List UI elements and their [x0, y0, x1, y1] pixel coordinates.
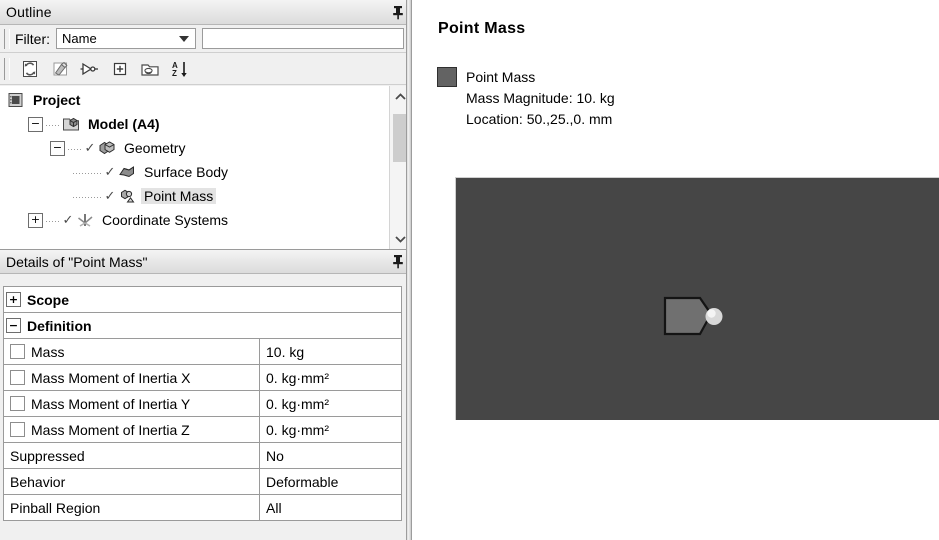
coordinate-systems-icon	[75, 211, 95, 229]
tree-item-surface-body[interactable]: ✓ Surface Body	[0, 160, 388, 184]
tree-item-label: Coordinate Systems	[102, 212, 229, 228]
details-panel-title: Details of "Point Mass"	[6, 253, 148, 270]
tree-connector	[72, 166, 103, 178]
outline-tree: Project − Model (A4) − ✓ Geometry ✓ Surface Bod…	[0, 86, 388, 232]
details-property-label: Mass Moment of Inertia X	[31, 369, 191, 386]
tree-connector	[45, 214, 61, 226]
tree-item-label: Project	[33, 92, 81, 108]
tree-connector	[45, 118, 61, 130]
legend: Point Mass Mass Magnitude: 10. kg Locati…	[437, 67, 615, 130]
details-category-row[interactable]: − Definition	[4, 313, 401, 339]
tree-collapse-toggle[interactable]: −	[50, 140, 65, 156]
details-property-value[interactable]: 0. kg·mm²	[260, 417, 401, 442]
point-mass-icon	[117, 187, 137, 205]
details-row-checkbox[interactable]	[10, 422, 25, 437]
details-property-value[interactable]: 10. kg	[260, 339, 401, 364]
details-property-value[interactable]: All	[260, 495, 401, 520]
vertical-splitter[interactable]	[406, 0, 412, 540]
expand-all-icon[interactable]	[106, 56, 134, 82]
details-row-checkbox[interactable]	[10, 344, 25, 359]
details-property-value[interactable]: Deformable	[260, 469, 401, 494]
details-row-checkbox[interactable]	[10, 396, 25, 411]
filter-label: Filter:	[15, 30, 50, 47]
details-property-row[interactable]: Behavior Deformable	[4, 469, 401, 495]
checkmark-icon: ✓	[104, 164, 116, 179]
sort-az-icon[interactable]: A Z	[166, 56, 194, 82]
model-icon	[61, 115, 81, 133]
tree-item-label: Model (A4)	[88, 116, 160, 132]
tree-item-label: Surface Body	[144, 164, 229, 180]
details-property-value[interactable]: 0. kg·mm²	[260, 365, 401, 390]
outline-toolbar-grip[interactable]	[4, 57, 10, 80]
geometry-preview	[663, 296, 723, 336]
details-property-label: Behavior	[10, 473, 66, 490]
refresh-icon[interactable]	[16, 56, 44, 82]
report-area: Point Mass Point Mass Mass Magnitude: 10…	[413, 0, 939, 540]
outline-tree-area: Project − Model (A4) − ✓ Geometry ✓ Surface Bod…	[0, 86, 410, 250]
details-property-label: Mass Moment of Inertia Z	[31, 421, 190, 438]
details-category-label: Scope	[27, 291, 70, 308]
details-category-row[interactable]: + Scope	[4, 287, 401, 313]
svg-text:Z: Z	[172, 69, 177, 78]
collapse-folder-icon[interactable]	[136, 56, 164, 82]
tree-item-label: Point Mass	[141, 188, 217, 204]
details-category-label: Definition	[27, 317, 92, 334]
tree-item-geometry[interactable]: − ✓ Geometry	[0, 136, 388, 160]
details-property-row[interactable]: Mass Moment of Inertia X 0. kg·mm²	[4, 365, 401, 391]
details-property-row[interactable]: Mass Moment of Inertia Z 0. kg·mm²	[4, 417, 401, 443]
3d-viewport[interactable]	[455, 177, 939, 420]
report-title: Point Mass	[438, 20, 526, 37]
checkmark-icon: ✓	[62, 212, 74, 227]
tree-item-coordinate-systems[interactable]: + ✓ Coordinate Systems	[0, 208, 388, 232]
outline-dock: Outline Filter: Name A Z Project − Model…	[0, 0, 410, 540]
details-grid: + Scope − Definition Mass 10. kg Mass Moment o…	[3, 286, 402, 521]
details-property-label: Mass	[31, 343, 65, 360]
legend-color-swatch	[437, 67, 457, 87]
chevron-down-icon	[179, 35, 189, 42]
details-property-row[interactable]: Mass Moment of Inertia Y 0. kg·mm²	[4, 391, 401, 417]
details-property-row[interactable]: Mass 10. kg	[4, 339, 401, 365]
outline-panel-header: Outline	[0, 0, 410, 25]
checkmark-icon: ✓	[84, 140, 96, 155]
eraser-icon[interactable]	[46, 56, 74, 82]
details-property-row[interactable]: Suppressed No	[4, 443, 401, 469]
probe-icon[interactable]	[76, 56, 104, 82]
details-expand-toggle[interactable]: +	[6, 292, 21, 307]
filter-bar: Filter: Name	[0, 25, 410, 53]
filter-bar-grip[interactable]	[4, 28, 10, 49]
details-panel-header: Details of "Point Mass"	[0, 250, 410, 274]
geometry-icon	[97, 139, 117, 157]
tree-collapse-toggle[interactable]: −	[28, 116, 43, 132]
surface-body-icon	[117, 163, 137, 181]
tree-item-label: Geometry	[124, 140, 186, 156]
pushpin-icon[interactable]	[390, 253, 406, 271]
tree-item-project[interactable]: Project	[0, 88, 388, 112]
outline-toolbar: A Z	[0, 53, 410, 85]
details-property-label: Mass Moment of Inertia Y	[31, 395, 191, 412]
filter-select-value: Name	[62, 31, 97, 46]
tree-connector	[72, 190, 103, 202]
details-property-value[interactable]: No	[260, 443, 401, 468]
tree-item-point-mass[interactable]: ✓ Point Mass	[0, 184, 388, 208]
details-property-value[interactable]: 0. kg·mm²	[260, 391, 401, 416]
legend-mass-magnitude: Mass Magnitude: 10. kg	[466, 90, 615, 106]
tree-connector	[67, 142, 83, 154]
tree-expand-toggle[interactable]: +	[28, 212, 43, 228]
details-property-label: Pinball Region	[10, 499, 101, 516]
details-row-checkbox[interactable]	[10, 370, 25, 385]
checkmark-icon: ✓	[104, 188, 116, 203]
pushpin-icon[interactable]	[390, 3, 406, 21]
legend-location: Location: 50.,25.,0. mm	[466, 111, 613, 127]
filter-input[interactable]	[202, 28, 404, 49]
details-collapse-toggle[interactable]: −	[6, 318, 21, 333]
filter-select[interactable]: Name	[56, 28, 196, 49]
project-icon	[6, 91, 26, 109]
tree-item-model-a4[interactable]: − Model (A4)	[0, 112, 388, 136]
details-property-row[interactable]: Pinball Region All	[4, 495, 401, 521]
outline-panel-title: Outline	[6, 4, 52, 20]
details-property-label: Suppressed	[10, 447, 85, 464]
legend-item-name: Point Mass	[466, 69, 536, 85]
